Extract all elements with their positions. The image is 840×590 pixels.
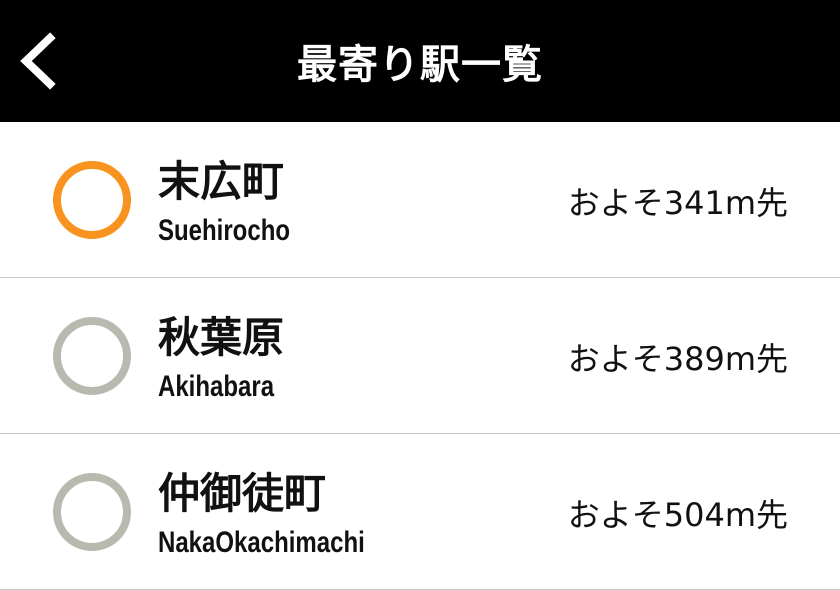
chevron-left-icon xyxy=(20,32,56,90)
radio-button[interactable] xyxy=(53,317,131,395)
station-name-ja: 仲御徒町 xyxy=(158,469,327,518)
station-name-en: Akihabara xyxy=(158,370,275,403)
station-distance: およそ341m先 xyxy=(567,184,788,222)
station-distance: およそ389m先 xyxy=(567,340,788,378)
station-row-nakaokachimachi[interactable]: 仲御徒町 NakaOkachimachi およそ504m先 xyxy=(0,434,840,590)
back-button[interactable] xyxy=(14,28,74,94)
station-row-akihabara[interactable]: 秋葉原 Akihabara およそ389m先 xyxy=(0,278,840,434)
station-name-ja: 末広町 xyxy=(158,157,285,206)
radio-button-selected[interactable] xyxy=(53,161,131,239)
station-row-suehirocho[interactable]: 末広町 Suehirocho およそ341m先 xyxy=(0,122,840,278)
station-distance: およそ504m先 xyxy=(567,496,788,534)
station-list: 末広町 Suehirocho およそ341m先 秋葉原 Akihabara およ… xyxy=(0,122,840,590)
radio-button[interactable] xyxy=(53,473,131,551)
app-header: 最寄り駅一覧 xyxy=(0,0,840,122)
station-name-en: NakaOkachimachi xyxy=(158,526,365,559)
station-name-ja: 秋葉原 xyxy=(158,313,285,362)
page-title: 最寄り駅一覧 xyxy=(297,42,543,88)
station-name-en: Suehirocho xyxy=(158,214,291,247)
